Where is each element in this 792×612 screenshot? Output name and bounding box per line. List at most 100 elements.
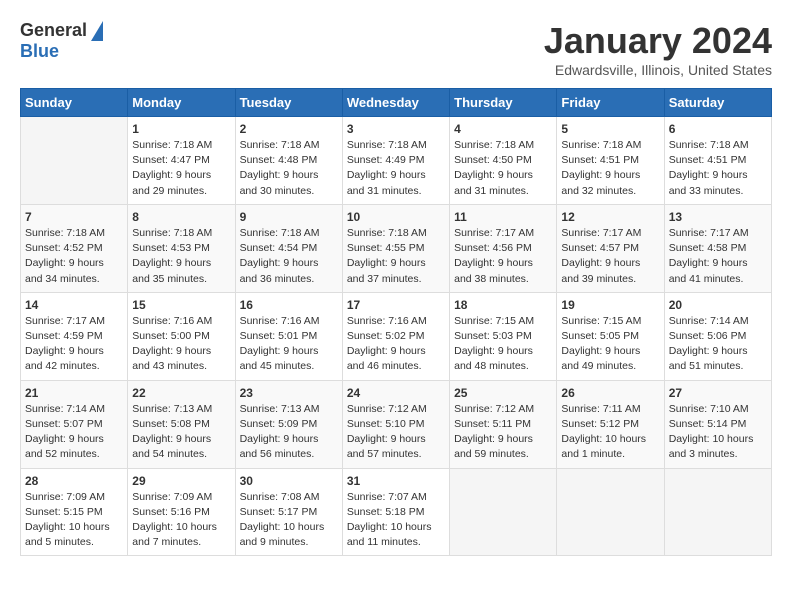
day-number: 14 <box>25 298 123 312</box>
day-info: Sunrise: 7:18 AM Sunset: 4:54 PM Dayligh… <box>240 226 338 287</box>
day-info: Sunrise: 7:17 AM Sunset: 4:58 PM Dayligh… <box>669 226 767 287</box>
calendar-day-cell: 11Sunrise: 7:17 AM Sunset: 4:56 PM Dayli… <box>450 204 557 292</box>
day-info: Sunrise: 7:18 AM Sunset: 4:49 PM Dayligh… <box>347 138 445 199</box>
day-info: Sunrise: 7:12 AM Sunset: 5:11 PM Dayligh… <box>454 402 552 463</box>
calendar-day-cell: 15 Sunrise: 7:16 AM Sunset: 5:00 PM Dayli… <box>128 292 235 380</box>
day-info: Sunrise: 7:18 AM Sunset: 4:51 PM Dayligh… <box>561 138 659 199</box>
weekday-header: Monday <box>128 89 235 117</box>
day-number: 2 <box>240 122 338 136</box>
calendar-day-cell: 22 Sunrise: 7:13 AM Sunset: 5:08 PM Dayli… <box>128 380 235 468</box>
page-title: January 2024 <box>544 20 772 62</box>
logo-blue-text: Blue <box>20 41 59 62</box>
day-number: 31 <box>347 474 445 488</box>
day-number: 1 <box>132 122 230 136</box>
page-header: General Blue January 2024 Edwardsville, … <box>20 20 772 78</box>
calendar-day-cell: 12Sunrise: 7:17 AM Sunset: 4:57 PM Dayli… <box>557 204 664 292</box>
day-info: Sunrise: 7:18 AM Sunset: 4:55 PM Dayligh… <box>347 226 445 287</box>
day-info: Sunrise: 7:10 AM Sunset: 5:14 PM Dayligh… <box>669 402 767 463</box>
calendar-week-row: 1 Sunrise: 7:18 AM Sunset: 4:47 PM Daylig… <box>21 117 772 205</box>
calendar-day-cell: 6 Sunrise: 7:18 AM Sunset: 4:51 PM Daylig… <box>664 117 771 205</box>
day-number: 23 <box>240 386 338 400</box>
calendar-day-cell: 20 Sunrise: 7:14 AM Sunset: 5:06 PM Dayli… <box>664 292 771 380</box>
day-number: 15 <box>132 298 230 312</box>
day-number: 26 <box>561 386 659 400</box>
logo: General Blue <box>20 20 103 62</box>
calendar-week-row: 28Sunrise: 7:09 AM Sunset: 5:15 PM Dayli… <box>21 468 772 556</box>
weekday-header: Tuesday <box>235 89 342 117</box>
day-number: 19 <box>561 298 659 312</box>
day-number: 10 <box>347 210 445 224</box>
day-info: Sunrise: 7:09 AM Sunset: 5:16 PM Dayligh… <box>132 490 230 551</box>
day-info: Sunrise: 7:17 AM Sunset: 4:59 PM Dayligh… <box>25 314 123 375</box>
calendar-day-cell: 13 Sunrise: 7:17 AM Sunset: 4:58 PM Dayli… <box>664 204 771 292</box>
day-info: Sunrise: 7:16 AM Sunset: 5:00 PM Dayligh… <box>132 314 230 375</box>
day-info: Sunrise: 7:18 AM Sunset: 4:51 PM Dayligh… <box>669 138 767 199</box>
calendar-day-cell: 28Sunrise: 7:09 AM Sunset: 5:15 PM Dayli… <box>21 468 128 556</box>
calendar-day-cell: 7 Sunrise: 7:18 AM Sunset: 4:52 PM Daylig… <box>21 204 128 292</box>
weekday-header: Friday <box>557 89 664 117</box>
calendar-day-cell: 27 Sunrise: 7:10 AM Sunset: 5:14 PM Dayli… <box>664 380 771 468</box>
calendar-day-cell: 25 Sunrise: 7:12 AM Sunset: 5:11 PM Dayli… <box>450 380 557 468</box>
day-info: Sunrise: 7:18 AM Sunset: 4:53 PM Dayligh… <box>132 226 230 287</box>
logo-triangle-icon <box>91 21 103 41</box>
day-info: Sunrise: 7:12 AM Sunset: 5:10 PM Dayligh… <box>347 402 445 463</box>
calendar-day-cell: 24Sunrise: 7:12 AM Sunset: 5:10 PM Dayli… <box>342 380 449 468</box>
day-number: 11 <box>454 210 552 224</box>
day-info: Sunrise: 7:07 AM Sunset: 5:18 PM Dayligh… <box>347 490 445 551</box>
day-number: 27 <box>669 386 767 400</box>
day-number: 5 <box>561 122 659 136</box>
calendar-day-cell: 21 Sunrise: 7:14 AM Sunset: 5:07 PM Dayli… <box>21 380 128 468</box>
calendar-day-cell: 5 Sunrise: 7:18 AM Sunset: 4:51 PM Daylig… <box>557 117 664 205</box>
day-info: Sunrise: 7:18 AM Sunset: 4:47 PM Dayligh… <box>132 138 230 199</box>
day-info: Sunrise: 7:13 AM Sunset: 5:09 PM Dayligh… <box>240 402 338 463</box>
weekday-header: Saturday <box>664 89 771 117</box>
day-number: 22 <box>132 386 230 400</box>
calendar-day-cell: 30 Sunrise: 7:08 AM Sunset: 5:17 PM Dayli… <box>235 468 342 556</box>
weekday-header: Wednesday <box>342 89 449 117</box>
day-info: Sunrise: 7:18 AM Sunset: 4:50 PM Dayligh… <box>454 138 552 199</box>
day-info: Sunrise: 7:15 AM Sunset: 5:03 PM Dayligh… <box>454 314 552 375</box>
calendar-day-cell: 1 Sunrise: 7:18 AM Sunset: 4:47 PM Daylig… <box>128 117 235 205</box>
calendar-day-cell: 4 Sunrise: 7:18 AM Sunset: 4:50 PM Daylig… <box>450 117 557 205</box>
day-info: Sunrise: 7:13 AM Sunset: 5:08 PM Dayligh… <box>132 402 230 463</box>
day-info: Sunrise: 7:15 AM Sunset: 5:05 PM Dayligh… <box>561 314 659 375</box>
page-subtitle: Edwardsville, Illinois, United States <box>544 62 772 78</box>
day-info: Sunrise: 7:18 AM Sunset: 4:52 PM Dayligh… <box>25 226 123 287</box>
calendar-table: SundayMondayTuesdayWednesdayThursdayFrid… <box>20 88 772 556</box>
calendar-day-cell: 29 Sunrise: 7:09 AM Sunset: 5:16 PM Dayli… <box>128 468 235 556</box>
weekday-header: Sunday <box>21 89 128 117</box>
day-number: 25 <box>454 386 552 400</box>
day-number: 6 <box>669 122 767 136</box>
calendar-day-cell: 10 Sunrise: 7:18 AM Sunset: 4:55 PM Dayli… <box>342 204 449 292</box>
calendar-week-row: 14 Sunrise: 7:17 AM Sunset: 4:59 PM Dayli… <box>21 292 772 380</box>
day-info: Sunrise: 7:14 AM Sunset: 5:07 PM Dayligh… <box>25 402 123 463</box>
day-number: 12 <box>561 210 659 224</box>
day-number: 30 <box>240 474 338 488</box>
calendar-day-cell <box>557 468 664 556</box>
day-number: 13 <box>669 210 767 224</box>
calendar-week-row: 21 Sunrise: 7:14 AM Sunset: 5:07 PM Dayli… <box>21 380 772 468</box>
day-number: 17 <box>347 298 445 312</box>
day-number: 3 <box>347 122 445 136</box>
day-info: Sunrise: 7:14 AM Sunset: 5:06 PM Dayligh… <box>669 314 767 375</box>
calendar-header-row: SundayMondayTuesdayWednesdayThursdayFrid… <box>21 89 772 117</box>
day-number: 21 <box>25 386 123 400</box>
calendar-day-cell: 23 Sunrise: 7:13 AM Sunset: 5:09 PM Dayli… <box>235 380 342 468</box>
calendar-day-cell <box>664 468 771 556</box>
day-number: 28 <box>25 474 123 488</box>
day-info: Sunrise: 7:08 AM Sunset: 5:17 PM Dayligh… <box>240 490 338 551</box>
calendar-day-cell <box>450 468 557 556</box>
calendar-day-cell: 17 Sunrise: 7:16 AM Sunset: 5:02 PM Dayli… <box>342 292 449 380</box>
logo-general-text: General <box>20 20 87 41</box>
title-section: January 2024 Edwardsville, Illinois, Uni… <box>544 20 772 78</box>
day-number: 7 <box>25 210 123 224</box>
calendar-week-row: 7 Sunrise: 7:18 AM Sunset: 4:52 PM Daylig… <box>21 204 772 292</box>
day-info: Sunrise: 7:16 AM Sunset: 5:02 PM Dayligh… <box>347 314 445 375</box>
day-number: 4 <box>454 122 552 136</box>
calendar-day-cell <box>21 117 128 205</box>
weekday-header: Thursday <box>450 89 557 117</box>
day-info: Sunrise: 7:11 AM Sunset: 5:12 PM Dayligh… <box>561 402 659 463</box>
day-number: 9 <box>240 210 338 224</box>
day-number: 20 <box>669 298 767 312</box>
day-number: 29 <box>132 474 230 488</box>
